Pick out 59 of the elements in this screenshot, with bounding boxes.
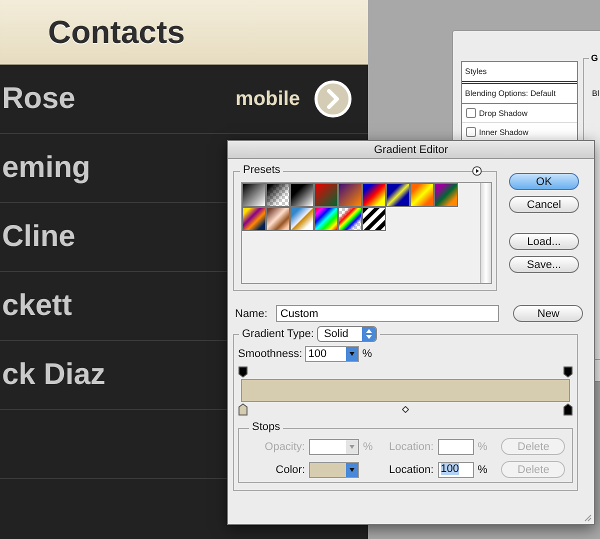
gradient-swatch[interactable]: [386, 183, 410, 207]
color-stop-icon[interactable]: [563, 403, 573, 416]
name-label: Name:: [235, 308, 268, 320]
smoothness-field[interactable]: 100: [305, 346, 360, 362]
contact-name[interactable]: Rose: [2, 82, 236, 116]
color-swatch[interactable]: [310, 462, 346, 476]
gradient-swatch[interactable]: [338, 183, 362, 207]
percent-sign: %: [478, 440, 488, 452]
location-label: Location:: [389, 464, 434, 476]
dialog-button[interactable]: Save...: [509, 256, 579, 273]
dialog-button[interactable]: Load...: [509, 233, 579, 250]
midpoint-icon[interactable]: [402, 406, 409, 413]
gradient-type-select[interactable]: Solid: [316, 326, 378, 342]
gradient-swatch[interactable]: [290, 207, 314, 231]
gradient-swatch[interactable]: [362, 207, 386, 231]
dialog-button[interactable]: Cancel: [509, 196, 579, 213]
smoothness-label: Smoothness:: [238, 348, 302, 360]
gradient-type-label: Gradient Type:: [242, 328, 314, 340]
gradient-swatch[interactable]: [362, 183, 386, 207]
checkbox[interactable]: [466, 127, 476, 137]
dialog-title: Gradient Editor: [374, 144, 448, 156]
color-field[interactable]: [309, 462, 359, 478]
gradient-swatch[interactable]: [338, 207, 362, 231]
stops-label: Stops: [249, 421, 284, 433]
gradient-swatch[interactable]: [266, 207, 290, 231]
group-title: G: [589, 53, 600, 63]
contacts-title: Contacts: [48, 14, 185, 50]
percent-sign: %: [478, 464, 488, 476]
checkbox[interactable]: [466, 108, 476, 118]
new-button[interactable]: New: [513, 305, 584, 322]
scrollbar[interactable]: [480, 183, 491, 283]
name-field[interactable]: Custom: [276, 305, 500, 322]
dialog-button[interactable]: OK: [509, 173, 579, 190]
resize-grip-icon[interactable]: [582, 512, 592, 522]
location-label: Location:: [389, 440, 434, 452]
percent-sign: %: [363, 440, 374, 452]
location-field[interactable]: 100: [438, 462, 474, 478]
gradient-swatch[interactable]: [410, 183, 434, 207]
gradient-swatch[interactable]: [266, 183, 290, 207]
stop-label: Color:: [274, 464, 305, 476]
gradient-swatch[interactable]: [242, 183, 266, 207]
presets-label: Presets: [240, 164, 284, 176]
gradient-swatch[interactable]: [242, 207, 266, 231]
stepper-icon: [362, 327, 376, 341]
gradient-swatch[interactable]: [314, 207, 338, 231]
styles-header: Styles: [462, 62, 577, 84]
gradient-swatch[interactable]: [314, 183, 338, 207]
opacity-stop-icon[interactable]: [563, 366, 573, 378]
phone-label: mobile: [236, 88, 300, 110]
gradient-swatch[interactable]: [290, 183, 314, 207]
group-text: Bl: [592, 89, 600, 98]
style-label[interactable]: Drop Shadow: [479, 108, 528, 118]
styles-list-item[interactable]: Blending Options: Default: [462, 84, 577, 104]
gradient-swatch[interactable]: [434, 183, 458, 207]
opacity-stop-icon[interactable]: [238, 366, 248, 378]
percent-sign: %: [362, 348, 372, 360]
color-stop-icon[interactable]: [238, 403, 248, 416]
stop-label: Opacity:: [264, 440, 305, 452]
style-label[interactable]: Inner Shadow: [479, 128, 528, 136]
